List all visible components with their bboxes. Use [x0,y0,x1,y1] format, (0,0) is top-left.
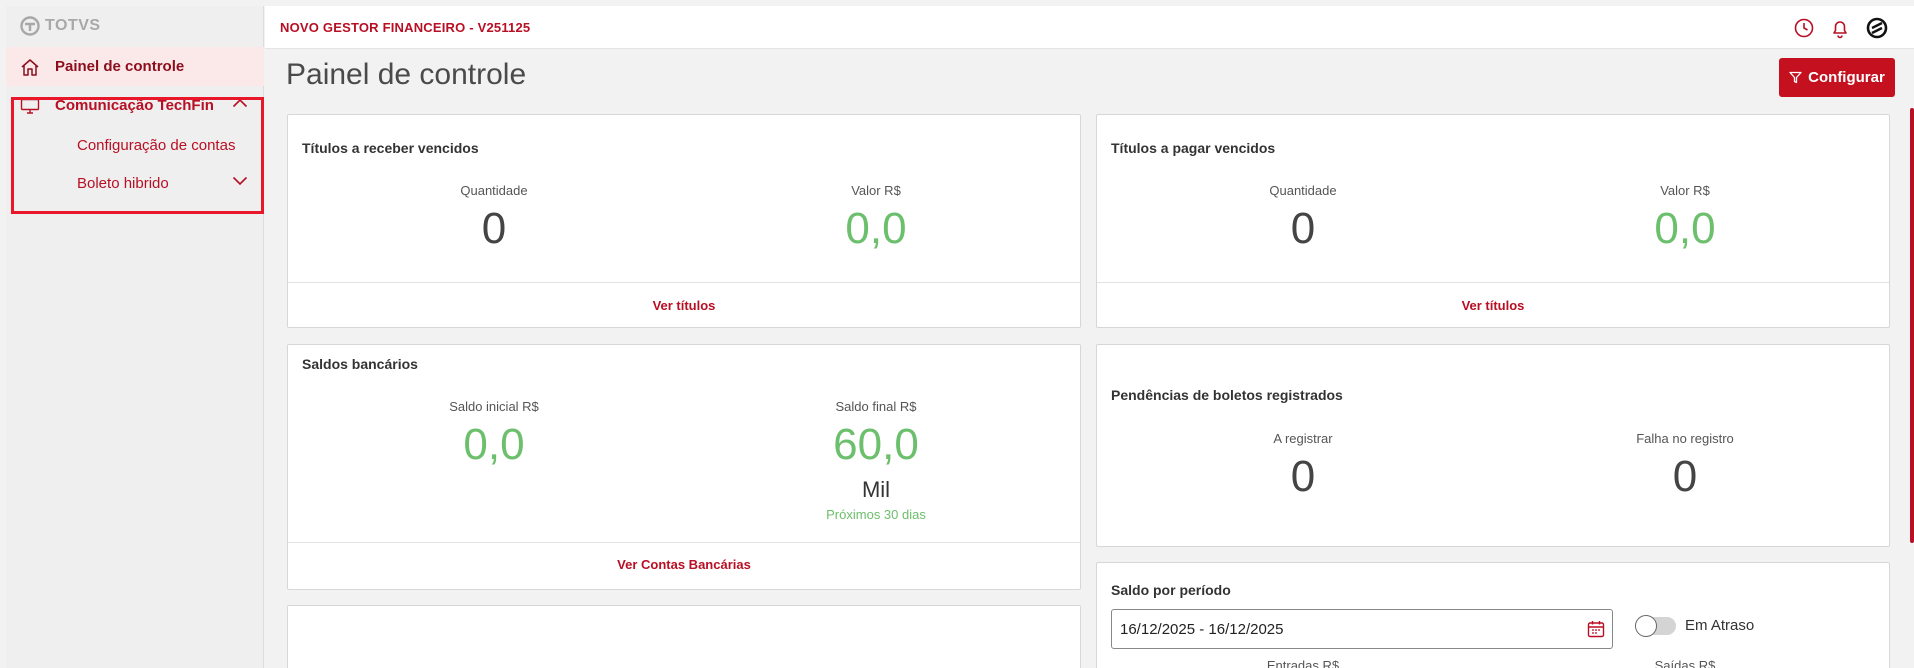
valor-label: Valor R$ [1660,183,1710,198]
toggle-knob [1635,615,1657,637]
card-divider [288,542,1080,543]
scrollbar[interactable] [1910,108,1914,543]
ver-titulos-pagar-link[interactable]: Ver títulos [1097,298,1889,313]
falha-registro-label: Falha no registro [1636,431,1734,446]
saldo-final-unit: Mil [861,477,891,502]
card-titulos-receber: Títulos a receber vencidos Quantidade 0 … [287,114,1081,328]
saldo-final-note: Próximos 30 dias [826,507,926,522]
quantidade-value: 0 [481,204,507,253]
card-divider [288,282,1080,283]
card-title: Títulos a pagar vencidos [1111,140,1276,156]
home-icon [21,59,39,76]
ver-contas-bancarias-link[interactable]: Ver Contas Bancárias [288,557,1080,572]
filter-icon [1789,71,1802,84]
sidebar-item-configuracao-de-contas[interactable]: Configuração de contas [6,126,264,165]
quantidade-value: 0 [1290,204,1316,253]
date-range-input[interactable] [1111,609,1613,649]
a-registrar-value: 0 [1290,452,1316,501]
em-atraso-toggle[interactable] [1635,615,1676,637]
sidebar-item-label: Boleto hibrido [77,175,169,192]
sidebar-item-label: Configuração de contas [77,137,236,154]
card-title: Saldo por período [1111,582,1231,598]
card-empty [287,605,1081,668]
quantidade-label: Quantidade [1269,183,1337,198]
card-pendencias-boletos: Pendências de boletos registrados A regi… [1096,344,1890,547]
valor-label: Valor R$ [851,183,901,198]
sidebar: TOTVS Painel de controle Comunicação Tec… [6,6,264,668]
sidebar-item-label: Comunicação TechFin [55,97,214,114]
card-saldos-bancarios: Saldos bancários Saldo inicial R$ 0,0 Sa… [287,344,1081,590]
falha-registro-value: 0 [1672,452,1698,501]
sidebar-item-painel-de-controle[interactable]: Painel de controle [6,47,264,86]
logo-text: TOTVS [45,17,101,34]
sidebar-item-label: Painel de controle [55,58,185,75]
bell-icon[interactable] [1829,17,1851,39]
card-divider [1097,282,1889,283]
saldo-final-value: 60,0 [833,420,919,469]
a-registrar-label: A registrar [1273,431,1333,446]
top-header: NOVO GESTOR FINANCEIRO - V251125 [265,6,1914,49]
totvs-logo[interactable]: TOTVS [20,16,101,36]
card-titulos-pagar: Títulos a pagar vencidos Quantidade 0 Va… [1096,114,1890,328]
card-saldo-por-periodo: Saldo por período Em Atraso Entradas R$ … [1096,562,1890,668]
sidebar-item-comunicacao-techfin[interactable]: Comunicação TechFin [6,86,264,125]
saldo-inicial-value: 0,0 [463,420,525,469]
totvs-logo-icon [20,16,40,36]
ver-titulos-receber-link[interactable]: Ver títulos [288,298,1080,313]
app-title: NOVO GESTOR FINANCEIRO - V251125 [280,20,531,35]
saldo-inicial-label: Saldo inicial R$ [449,399,539,414]
card-title: Pendências de boletos registrados [1111,387,1343,403]
valor-value: 0,0 [1654,204,1716,253]
saldo-final-label: Saldo final R$ [835,399,917,414]
chevron-down-icon[interactable] [232,176,248,186]
em-atraso-label: Em Atraso [1685,617,1755,634]
monitor-icon [20,98,40,114]
configurar-label: Configurar [1808,69,1885,86]
entradas-label: Entradas R$ [1266,658,1340,668]
totvs-badge-icon[interactable] [1866,17,1888,39]
clock-icon[interactable] [1793,17,1815,39]
configurar-button[interactable]: Configurar [1779,58,1895,97]
saidas-label: Saídas R$ [1654,658,1716,668]
valor-value: 0,0 [845,204,907,253]
card-title: Saldos bancários [302,356,418,372]
card-title: Títulos a receber vencidos [302,140,479,156]
page-title: Painel de controle [286,58,527,91]
sidebar-item-boleto-hibrido[interactable]: Boleto hibrido [6,164,264,203]
chevron-up-icon[interactable] [232,98,248,108]
calendar-icon[interactable] [1587,620,1605,638]
quantidade-label: Quantidade [460,183,528,198]
